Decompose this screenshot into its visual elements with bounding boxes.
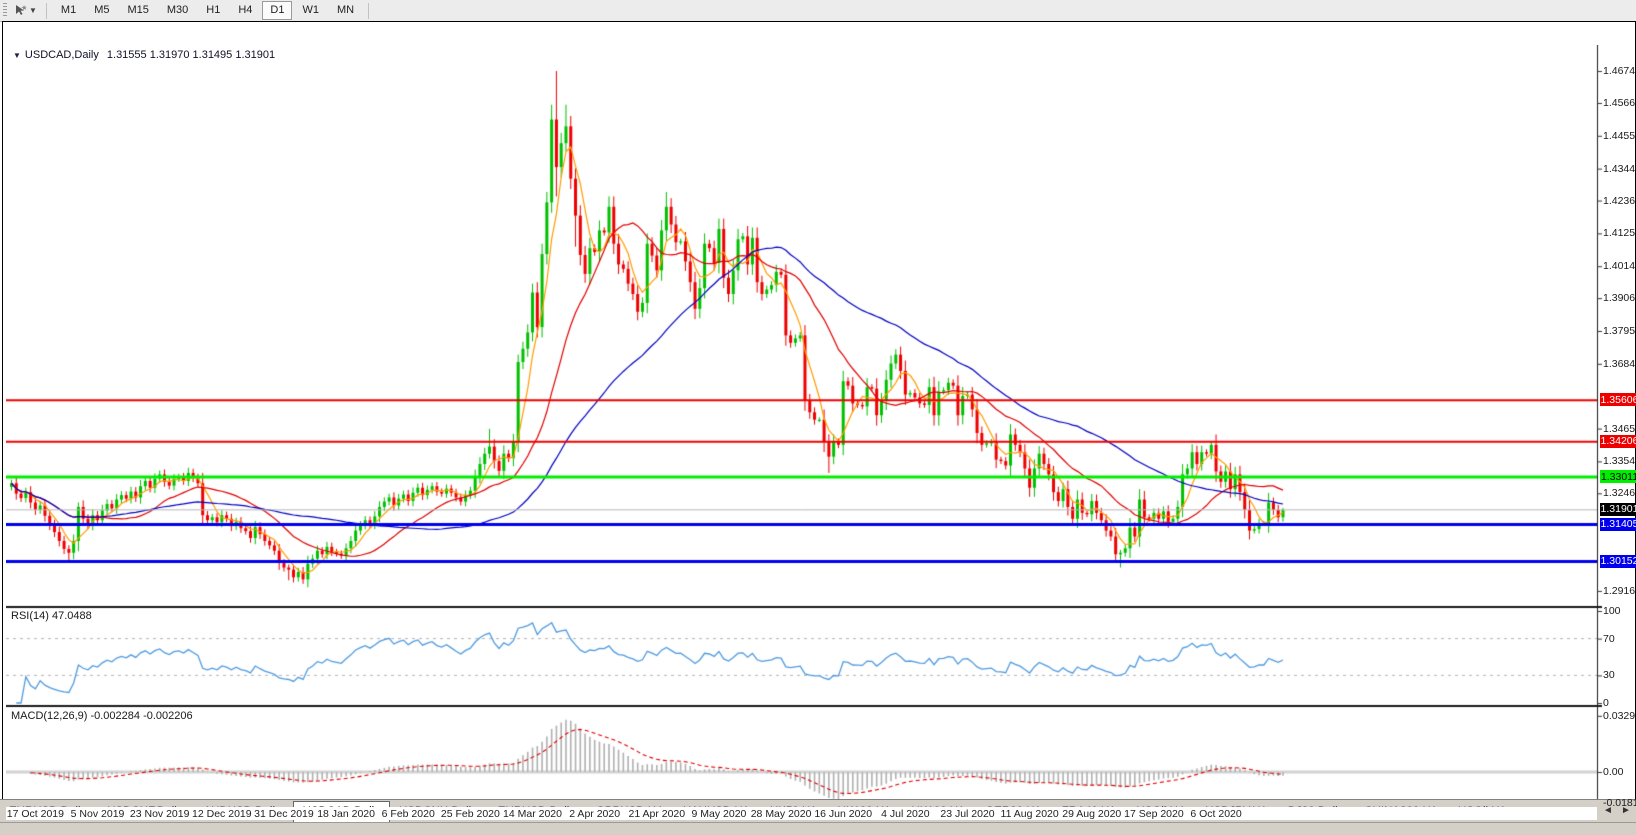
timeframe-button-m15[interactable]: M15 <box>119 1 156 20</box>
price-marker-label: 1.31405 <box>1600 518 1636 531</box>
timeframe-button-h1[interactable]: H1 <box>198 1 228 20</box>
timeframe-button-d1[interactable]: D1 <box>262 1 292 20</box>
collapse-triangle-icon[interactable]: ▼ <box>13 51 21 60</box>
date-label: 21 Apr 2020 <box>628 808 685 820</box>
price-marker-label: 1.30152 <box>1600 555 1636 568</box>
price-chart-canvas[interactable] <box>6 45 1635 807</box>
chart-cursor-tool-icon[interactable] <box>12 3 28 19</box>
price-tick-label: 1.45660 <box>1603 97 1636 109</box>
rsi-indicator-label: RSI(14) 47.0488 <box>11 610 92 622</box>
price-tick-label: 1.40140 <box>1603 260 1636 272</box>
date-label: 9 May 2020 <box>692 808 747 820</box>
rsi-tick-label: 30 <box>1603 669 1615 681</box>
date-label: 23 Nov 2019 <box>130 808 190 820</box>
date-label: 28 May 2020 <box>751 808 812 820</box>
price-marker-label: 1.34206 <box>1600 435 1636 448</box>
price-tick-label: 1.29160 <box>1603 585 1636 597</box>
tab-scroll-right-icon[interactable]: ► <box>1620 803 1632 817</box>
date-label: 2 Apr 2020 <box>569 808 620 820</box>
chart-ohlc-values: 1.31555 1.31970 1.31495 1.31901 <box>107 49 275 61</box>
rsi-tick-label: 0 <box>1603 697 1609 709</box>
timeframe-button-mn[interactable]: MN <box>329 1 362 20</box>
date-label: 4 Jul 2020 <box>881 808 929 820</box>
date-label: 18 Jan 2020 <box>317 808 375 820</box>
date-label: 23 Jul 2020 <box>940 808 994 820</box>
date-label: 14 Mar 2020 <box>503 808 562 820</box>
price-marker-label: 1.35606 <box>1600 393 1636 406</box>
tool-dropdown-caret-icon[interactable]: ▼ <box>29 6 37 15</box>
price-tick-label: 1.44550 <box>1603 130 1636 142</box>
price-tick-label: 1.33540 <box>1603 455 1636 467</box>
macd-indicator-label: MACD(12,26,9) -0.002284 -0.002206 <box>11 710 193 722</box>
mt4-terminal: ▼ M1M5M15M30H1H4D1W1MN ▼ USDCAD,Daily 1.31… <box>0 0 1636 835</box>
price-marker-label: 1.31901 <box>1600 503 1636 516</box>
chart-symbol-label: USDCAD,Daily <box>25 49 99 61</box>
timeframe-button-m30[interactable]: M30 <box>159 1 196 20</box>
date-label: 31 Dec 2019 <box>254 808 314 820</box>
date-label: 6 Oct 2020 <box>1190 808 1241 820</box>
macd-tick-label: 0.00 <box>1603 766 1623 778</box>
date-label: 6 Feb 2020 <box>382 808 435 820</box>
price-tick-label: 1.37950 <box>1603 325 1636 337</box>
price-tick-label: 1.46740 <box>1603 65 1636 77</box>
toolbar-separator <box>46 3 47 19</box>
timeframe-toolbar: ▼ M1M5M15M30H1H4D1W1MN <box>0 0 1636 22</box>
timeframe-button-h4[interactable]: H4 <box>230 1 260 20</box>
date-label: 25 Feb 2020 <box>441 808 500 820</box>
toolbar-separator <box>368 3 369 19</box>
date-label: 12 Dec 2019 <box>192 808 252 820</box>
price-tick-label: 1.41250 <box>1603 227 1636 239</box>
timeframe-button-m5[interactable]: M5 <box>86 1 117 20</box>
price-tick-label: 1.43440 <box>1603 163 1636 175</box>
date-label: 17 Sep 2020 <box>1124 808 1184 820</box>
date-label: 16 Jun 2020 <box>814 808 872 820</box>
tab-bar-edge <box>0 822 1636 823</box>
price-tick-label: 1.32460 <box>1603 487 1636 499</box>
timeframe-button-group: M1M5M15M30H1H4D1W1MN <box>52 1 363 20</box>
price-tick-label: 1.42360 <box>1603 195 1636 207</box>
date-label: 17 Oct 2019 <box>7 808 64 820</box>
date-label: 11 Aug 2020 <box>1001 808 1059 820</box>
date-label: 5 Nov 2019 <box>71 808 125 820</box>
timeframe-button-w1[interactable]: W1 <box>294 1 327 20</box>
date-label: 29 Aug 2020 <box>1062 808 1121 820</box>
chart-title: ▼ USDCAD,Daily 1.31555 1.31970 1.31495 1.3… <box>13 49 275 61</box>
rsi-tick-label: 100 <box>1603 605 1621 617</box>
chart-window: ▼ USDCAD,Daily 1.31555 1.31970 1.31495 1.3… <box>2 21 1636 800</box>
timeframe-button-m1[interactable]: M1 <box>53 1 84 20</box>
price-marker-label: 1.33011 <box>1600 470 1636 483</box>
rsi-tick-label: 70 <box>1603 633 1615 645</box>
date-axis: 17 Oct 2019 5 Nov 2019 23 Nov 201912 Dec 2… <box>6 807 1597 820</box>
macd-tick-label: 0.032972 <box>1603 710 1636 722</box>
price-tick-label: 1.36840 <box>1603 358 1636 370</box>
toolbar-grip-handle[interactable] <box>3 3 7 18</box>
price-tick-label: 1.34650 <box>1603 423 1636 435</box>
tab-scroll-left-icon[interactable]: ◄ <box>1602 803 1614 817</box>
price-tick-label: 1.39060 <box>1603 292 1636 304</box>
